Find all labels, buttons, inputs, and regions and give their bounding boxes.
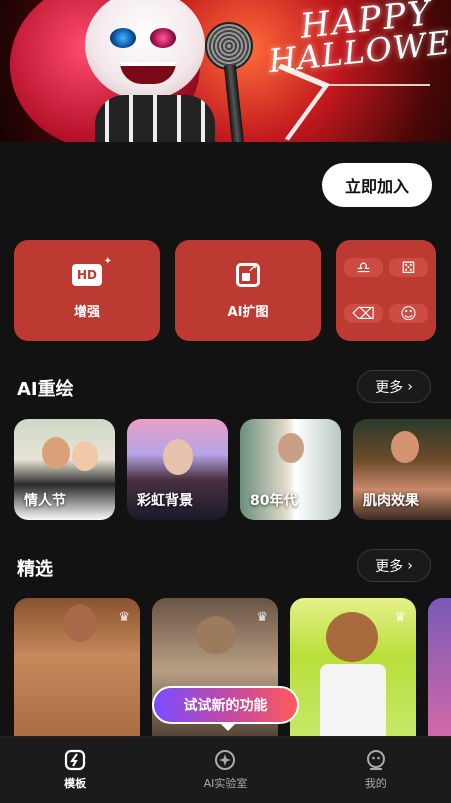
bottom-nav: 模板 AI实验室 我的 [0, 736, 451, 803]
enhance-label: 增强 [73, 305, 100, 320]
more-label: 更多 [375, 379, 404, 396]
repaint-card-muscle[interactable]: 肌肉效果 [353, 419, 451, 520]
expand-icon [236, 262, 260, 287]
enhance-tile[interactable]: HD 增强 [14, 240, 160, 341]
photo-face [42, 437, 70, 469]
featured-more-button[interactable]: 更多 › [357, 549, 431, 582]
ai-expand-tile[interactable]: AI扩图 [175, 240, 321, 341]
try-new-feature-button[interactable]: 试试新的功能 [152, 686, 299, 731]
nav-label: 模板 [64, 777, 87, 790]
microphone-icon [205, 22, 253, 70]
character-eye-right [150, 28, 176, 48]
photo-face [163, 439, 193, 475]
repaint-card-valentine[interactable]: 情人节 [14, 419, 115, 520]
nav-label: AI实验室 [203, 777, 248, 790]
featured-card-partial[interactable] [428, 598, 451, 743]
halloween-banner[interactable]: HAPPY HALLOWEEN [0, 0, 451, 142]
character-dress [95, 95, 215, 142]
more-label: 更多 [375, 558, 404, 575]
featured-card-muscle[interactable]: ♛ [14, 598, 140, 743]
chevron-right-icon: › [407, 557, 413, 574]
mini-tools-grid: ♎ ⚄ ⌫ ☺ [336, 240, 436, 341]
photo-face [326, 612, 378, 662]
featured-title: 精选 [17, 559, 53, 580]
lab-icon [214, 749, 236, 771]
photo-face [196, 616, 236, 654]
nav-label: 我的 [364, 777, 387, 790]
repaint-card-label: 肌肉效果 [363, 493, 419, 509]
profile-icon [365, 749, 387, 771]
nav-item-profile[interactable]: 我的 [301, 737, 451, 803]
repaint-card-label: 彩虹背景 [137, 493, 193, 509]
crown-icon: ♛ [118, 610, 130, 625]
repaint-card-label: 80年代 [250, 493, 298, 509]
photo-face [391, 431, 419, 463]
repaint-card-80s[interactable]: 80年代 [240, 419, 341, 520]
featured-card-lego[interactable]: ♛ [290, 598, 416, 743]
repaint-card-rainbow[interactable]: 彩虹背景 [127, 419, 228, 520]
chevron-right-icon: › [407, 378, 413, 395]
photo-face [64, 604, 96, 642]
template-icon [64, 749, 86, 771]
photo-face [72, 441, 98, 471]
microphone-stand [223, 64, 245, 142]
hair-icon[interactable]: ♎ [344, 258, 383, 278]
lego-body [320, 664, 386, 743]
ai-repaint-title: AI重绘 [17, 379, 74, 400]
nav-item-templates[interactable]: 模板 [0, 737, 150, 803]
face-icon[interactable]: ☺ [389, 303, 428, 323]
repaint-card-label: 情人节 [24, 493, 66, 509]
image-tag-icon[interactable]: ⚄ [389, 258, 428, 278]
join-now-button[interactable]: 立即加入 [322, 163, 432, 207]
ai-expand-label: AI扩图 [227, 305, 269, 320]
banner-decoration-line [320, 84, 430, 86]
nav-item-ai-lab[interactable]: AI实验室 [150, 737, 300, 803]
ai-repaint-more-button[interactable]: 更多 › [357, 370, 431, 403]
hd-icon: HD [72, 256, 112, 286]
character-eye-left [110, 28, 136, 48]
crown-icon: ♛ [256, 610, 268, 625]
crown-icon: ♛ [394, 610, 406, 625]
eraser-icon[interactable]: ⌫ [344, 303, 383, 323]
photo-face [278, 433, 304, 463]
